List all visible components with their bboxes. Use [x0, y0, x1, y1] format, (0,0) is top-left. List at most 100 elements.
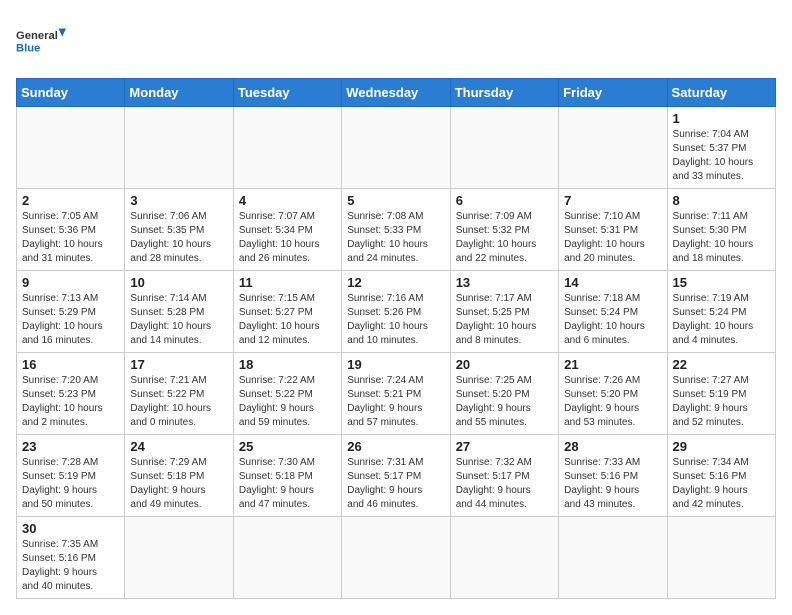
day-number: 10	[130, 275, 227, 290]
day-info: Sunrise: 7:18 AM Sunset: 5:24 PM Dayligh…	[564, 292, 661, 348]
day-number: 12	[347, 275, 444, 290]
day-number: 24	[130, 439, 227, 454]
weekday-header-saturday: Saturday	[667, 79, 775, 107]
day-info: Sunrise: 7:32 AM Sunset: 5:17 PM Dayligh…	[456, 456, 553, 512]
day-number: 2	[22, 193, 119, 208]
weekday-header-tuesday: Tuesday	[233, 79, 341, 107]
day-number: 22	[673, 357, 770, 372]
calendar-cell: 7 Sunrise: 7:10 AM Sunset: 5:31 PM Daylig…	[559, 189, 667, 271]
day-info: Sunrise: 7:31 AM Sunset: 5:17 PM Dayligh…	[347, 456, 444, 512]
day-info: Sunrise: 7:17 AM Sunset: 5:25 PM Dayligh…	[456, 292, 553, 348]
calendar-week-4: 23 Sunrise: 7:28 AM Sunset: 5:19 PM Dayli…	[17, 435, 776, 517]
day-info: Sunrise: 7:09 AM Sunset: 5:32 PM Dayligh…	[456, 210, 553, 266]
calendar-week-5: 30Sunrise: 7:35 AM Sunset: 5:16 PM Dayli…	[17, 517, 776, 599]
day-number: 19	[347, 357, 444, 372]
calendar-cell: 28 Sunrise: 7:33 AM Sunset: 5:16 PM Dayli…	[559, 435, 667, 517]
svg-text:Blue: Blue	[16, 43, 40, 55]
logo-svg: General Blue	[16, 16, 66, 66]
calendar-cell	[233, 517, 341, 599]
day-info: Sunrise: 7:06 AM Sunset: 5:35 PM Dayligh…	[130, 210, 227, 266]
calendar-cell: 10 Sunrise: 7:14 AM Sunset: 5:28 PM Dayli…	[125, 271, 233, 353]
day-number: 11	[239, 275, 336, 290]
calendar-cell: 5Sunrise: 7:08 AM Sunset: 5:33 PM Daylig…	[342, 189, 450, 271]
calendar-cell: 19Sunrise: 7:24 AM Sunset: 5:21 PM Dayli…	[342, 353, 450, 435]
header: General Blue	[16, 16, 776, 66]
day-number: 13	[456, 275, 553, 290]
day-number: 29	[673, 439, 770, 454]
day-info: Sunrise: 7:34 AM Sunset: 5:16 PM Dayligh…	[673, 456, 770, 512]
weekday-header-friday: Friday	[559, 79, 667, 107]
day-number: 14	[564, 275, 661, 290]
calendar-cell	[342, 107, 450, 189]
calendar-cell: 20 Sunrise: 7:25 AM Sunset: 5:20 PM Dayli…	[450, 353, 558, 435]
day-number: 17	[130, 357, 227, 372]
calendar-cell: 15Sunrise: 7:19 AM Sunset: 5:24 PM Dayli…	[667, 271, 775, 353]
calendar-cell: 29 Sunrise: 7:34 AM Sunset: 5:16 PM Dayli…	[667, 435, 775, 517]
day-info: Sunrise: 7:07 AM Sunset: 5:34 PM Dayligh…	[239, 210, 336, 266]
calendar: SundayMondayTuesdayWednesdayThursdayFrid…	[16, 78, 776, 599]
day-number: 5	[347, 193, 444, 208]
day-info: Sunrise: 7:05 AM Sunset: 5:36 PM Dayligh…	[22, 210, 119, 266]
calendar-cell: 6 Sunrise: 7:09 AM Sunset: 5:32 PM Daylig…	[450, 189, 558, 271]
calendar-cell: 27 Sunrise: 7:32 AM Sunset: 5:17 PM Dayli…	[450, 435, 558, 517]
calendar-cell: 14 Sunrise: 7:18 AM Sunset: 5:24 PM Dayli…	[559, 271, 667, 353]
day-info: Sunrise: 7:04 AM Sunset: 5:37 PM Dayligh…	[673, 128, 770, 184]
calendar-cell: 11Sunrise: 7:15 AM Sunset: 5:27 PM Dayli…	[233, 271, 341, 353]
day-info: Sunrise: 7:16 AM Sunset: 5:26 PM Dayligh…	[347, 292, 444, 348]
day-number: 21	[564, 357, 661, 372]
day-info: Sunrise: 7:22 AM Sunset: 5:22 PM Dayligh…	[239, 374, 336, 430]
day-info: Sunrise: 7:27 AM Sunset: 5:19 PM Dayligh…	[673, 374, 770, 430]
calendar-cell: 13 Sunrise: 7:17 AM Sunset: 5:25 PM Dayli…	[450, 271, 558, 353]
calendar-week-1: 2 Sunrise: 7:05 AM Sunset: 5:36 PM Daylig…	[17, 189, 776, 271]
day-info: Sunrise: 7:35 AM Sunset: 5:16 PM Dayligh…	[22, 538, 119, 594]
day-number: 7	[564, 193, 661, 208]
calendar-cell	[125, 517, 233, 599]
day-number: 23	[22, 439, 119, 454]
weekday-header-monday: Monday	[125, 79, 233, 107]
calendar-cell: 4 Sunrise: 7:07 AM Sunset: 5:34 PM Daylig…	[233, 189, 341, 271]
calendar-cell	[559, 107, 667, 189]
calendar-cell: 23 Sunrise: 7:28 AM Sunset: 5:19 PM Dayli…	[17, 435, 125, 517]
calendar-cell	[450, 107, 558, 189]
day-info: Sunrise: 7:28 AM Sunset: 5:19 PM Dayligh…	[22, 456, 119, 512]
calendar-cell: 30Sunrise: 7:35 AM Sunset: 5:16 PM Dayli…	[17, 517, 125, 599]
calendar-cell: 12 Sunrise: 7:16 AM Sunset: 5:26 PM Dayli…	[342, 271, 450, 353]
calendar-cell	[233, 107, 341, 189]
day-number: 3	[130, 193, 227, 208]
day-number: 27	[456, 439, 553, 454]
calendar-cell	[559, 517, 667, 599]
day-number: 16	[22, 357, 119, 372]
day-info: Sunrise: 7:11 AM Sunset: 5:30 PM Dayligh…	[673, 210, 770, 266]
day-info: Sunrise: 7:33 AM Sunset: 5:16 PM Dayligh…	[564, 456, 661, 512]
day-number: 15	[673, 275, 770, 290]
day-info: Sunrise: 7:21 AM Sunset: 5:22 PM Dayligh…	[130, 374, 227, 430]
weekday-header-wednesday: Wednesday	[342, 79, 450, 107]
calendar-cell: 22 Sunrise: 7:27 AM Sunset: 5:19 PM Dayli…	[667, 353, 775, 435]
calendar-cell: 24 Sunrise: 7:29 AM Sunset: 5:18 PM Dayli…	[125, 435, 233, 517]
calendar-week-3: 16 Sunrise: 7:20 AM Sunset: 5:23 PM Dayli…	[17, 353, 776, 435]
calendar-cell	[450, 517, 558, 599]
day-info: Sunrise: 7:30 AM Sunset: 5:18 PM Dayligh…	[239, 456, 336, 512]
day-number: 6	[456, 193, 553, 208]
day-number: 28	[564, 439, 661, 454]
svg-text:General: General	[16, 30, 58, 42]
day-info: Sunrise: 7:20 AM Sunset: 5:23 PM Dayligh…	[22, 374, 119, 430]
calendar-cell: 25 Sunrise: 7:30 AM Sunset: 5:18 PM Dayli…	[233, 435, 341, 517]
calendar-cell: 2 Sunrise: 7:05 AM Sunset: 5:36 PM Daylig…	[17, 189, 125, 271]
calendar-cell: 9Sunrise: 7:13 AM Sunset: 5:29 PM Daylig…	[17, 271, 125, 353]
day-info: Sunrise: 7:10 AM Sunset: 5:31 PM Dayligh…	[564, 210, 661, 266]
calendar-cell: 16 Sunrise: 7:20 AM Sunset: 5:23 PM Dayli…	[17, 353, 125, 435]
day-info: Sunrise: 7:13 AM Sunset: 5:29 PM Dayligh…	[22, 292, 119, 348]
calendar-cell	[342, 517, 450, 599]
logo: General Blue	[16, 16, 66, 66]
day-info: Sunrise: 7:25 AM Sunset: 5:20 PM Dayligh…	[456, 374, 553, 430]
day-number: 18	[239, 357, 336, 372]
day-info: Sunrise: 7:14 AM Sunset: 5:28 PM Dayligh…	[130, 292, 227, 348]
weekday-header-thursday: Thursday	[450, 79, 558, 107]
day-number: 25	[239, 439, 336, 454]
day-info: Sunrise: 7:29 AM Sunset: 5:18 PM Dayligh…	[130, 456, 227, 512]
calendar-cell: 21Sunrise: 7:26 AM Sunset: 5:20 PM Dayli…	[559, 353, 667, 435]
day-number: 4	[239, 193, 336, 208]
weekday-header-sunday: Sunday	[17, 79, 125, 107]
day-number: 20	[456, 357, 553, 372]
